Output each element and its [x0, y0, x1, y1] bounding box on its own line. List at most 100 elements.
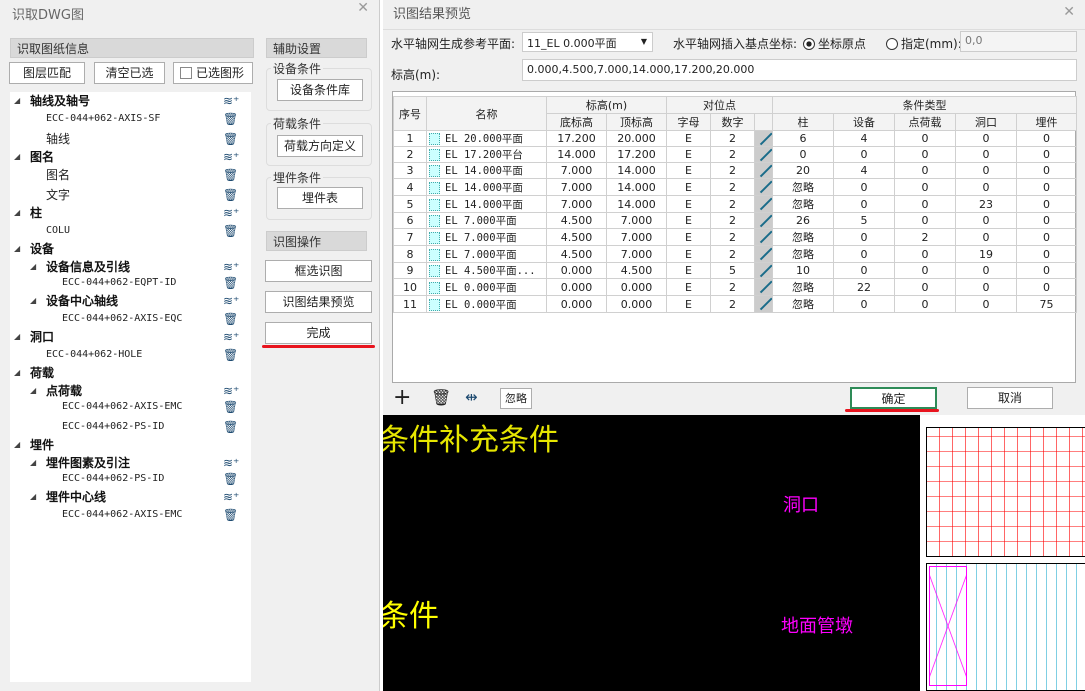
- cell-name[interactable]: EL 14.000平面: [426, 195, 547, 213]
- tree-item[interactable]: ◢ 埋件: [10, 436, 251, 454]
- equip-library-button[interactable]: 设备条件库: [277, 79, 363, 101]
- expand-arrow-icon[interactable]: ◢: [30, 292, 36, 310]
- layer-tree[interactable]: ◢ 轴线及轴号 ≋⁺ ECC-044+062-AXIS-SF 🗑 轴线 🗑 ◢ 图名 ≋⁺ 图名 🗑 文…: [10, 92, 251, 682]
- specify-coord-input[interactable]: 0,0: [960, 31, 1077, 52]
- trash-icon[interactable]: 🗑: [223, 186, 238, 204]
- pick-icon[interactable]: [429, 149, 440, 161]
- trash-icon[interactable]: 🗑: [223, 418, 238, 436]
- pick-line-icon[interactable]: [753, 228, 774, 246]
- trash-icon[interactable]: 🗑: [223, 506, 238, 524]
- cancel-button[interactable]: 取消: [967, 387, 1053, 409]
- trash-icon[interactable]: 🗑: [223, 310, 238, 328]
- embed-table-button[interactable]: 埋件表: [277, 187, 363, 209]
- radio-checked-icon[interactable]: [803, 38, 815, 50]
- close-icon[interactable]: ✕: [357, 0, 369, 16]
- table-row[interactable]: 4 EL 14.000平面 7.000 14.000 E 2 忽略 0 0 0 0: [393, 178, 1078, 196]
- tree-item[interactable]: ◢ 柱 ≋⁺: [10, 204, 251, 222]
- trash-icon[interactable]: 🗑: [223, 110, 238, 128]
- layers-add-icon[interactable]: ≋⁺: [223, 292, 239, 310]
- tree-item[interactable]: ECC-044+062-AXIS-SF 🗑: [10, 110, 251, 128]
- pick-icon[interactable]: [429, 248, 440, 261]
- ok-button[interactable]: 确定: [850, 387, 937, 409]
- radio-origin[interactable]: 坐标原点: [803, 35, 866, 52]
- expand-arrow-icon[interactable]: ◢: [14, 240, 20, 258]
- ref-plane-select[interactable]: 11_EL 0.000平面 ▼: [522, 32, 653, 52]
- layers-add-icon[interactable]: ≋⁺: [223, 92, 239, 110]
- trash-icon[interactable]: 🗑: [223, 274, 238, 292]
- trash-icon[interactable]: 🗑: [223, 398, 238, 416]
- box-select-button[interactable]: 框选识图: [265, 260, 372, 282]
- pick-line-icon[interactable]: [753, 195, 774, 213]
- tree-item[interactable]: 图名 🗑: [10, 166, 251, 184]
- cell-name[interactable]: EL 7.000平面: [426, 228, 547, 246]
- pick-icon[interactable]: [429, 181, 440, 194]
- tree-item[interactable]: ◢ 设备: [10, 240, 251, 258]
- tree-item[interactable]: ECC-044+062-EQPT-ID 🗑: [10, 274, 251, 292]
- table-row[interactable]: 10 EL 0.000平面 0.000 0.000 E 2 忽略 22 0 0 0: [393, 278, 1078, 296]
- tree-item[interactable]: ECC-044+062-HOLE 🗑: [10, 346, 251, 364]
- cad-canvas[interactable]: 条件补充条件 条件 洞口 地面管墩: [383, 415, 1085, 691]
- ignore-button[interactable]: 忽略: [500, 388, 532, 409]
- trash-icon[interactable]: 🗑: [223, 166, 238, 184]
- pick-icon[interactable]: [429, 165, 440, 177]
- cell-name[interactable]: EL 20.000平面: [426, 130, 547, 147]
- trash-icon[interactable]: 🗑: [223, 346, 238, 364]
- cell-name[interactable]: EL 0.000平面: [426, 295, 547, 313]
- pick-line-icon[interactable]: [753, 262, 774, 279]
- tree-item[interactable]: ◢ 设备中心轴线 ≋⁺: [10, 292, 251, 310]
- expand-arrow-icon[interactable]: ◢: [14, 204, 20, 222]
- table-row[interactable]: 7 EL 7.000平面 4.500 7.000 E 2 忽略 0 2 0 0: [393, 228, 1078, 246]
- cell-name[interactable]: EL 4.500平面...: [426, 262, 547, 279]
- pick-line-icon[interactable]: [753, 146, 774, 163]
- layers-add-icon[interactable]: ≋⁺: [223, 488, 239, 506]
- pick-icon[interactable]: [429, 215, 440, 227]
- expand-arrow-icon[interactable]: ◢: [14, 328, 20, 346]
- layers-add-icon[interactable]: ≋⁺: [223, 328, 239, 346]
- pick-line-icon[interactable]: [753, 212, 774, 229]
- radio-unchecked-icon[interactable]: [886, 38, 898, 50]
- table-row[interactable]: 8 EL 7.000平面 4.500 7.000 E 2 忽略 0 0 19 0: [393, 245, 1078, 263]
- pick-icon[interactable]: [429, 198, 440, 211]
- table-row[interactable]: 11 EL 0.000平面 0.000 0.000 E 2 忽略 0 0 0 75: [393, 295, 1078, 313]
- pick-line-icon[interactable]: [753, 178, 774, 196]
- table-row[interactable]: 5 EL 14.000平面 7.000 14.000 E 2 忽略 0 0 23 0: [393, 195, 1078, 213]
- trash-icon[interactable]: 🗑: [223, 130, 238, 148]
- pick-icon[interactable]: [429, 133, 440, 145]
- tree-item[interactable]: ECC-044+062-PS-ID 🗑: [10, 470, 251, 488]
- trash-icon[interactable]: 🗑: [223, 470, 238, 488]
- expand-arrow-icon[interactable]: ◢: [14, 148, 20, 166]
- expand-arrow-icon[interactable]: ◢: [14, 92, 20, 110]
- radio-specify[interactable]: 指定(mm):: [886, 35, 962, 52]
- trash-icon[interactable]: 🗑: [431, 388, 451, 407]
- load-direction-button[interactable]: 荷载方向定义: [277, 135, 363, 157]
- cell-name[interactable]: EL 0.000平面: [426, 278, 547, 296]
- tree-item[interactable]: COLU 🗑: [10, 222, 251, 240]
- elevation-input[interactable]: 0.000,4.500,7.000,14.000,17.200,20.000: [522, 59, 1077, 81]
- table-row[interactable]: 9 EL 4.500平面... 0.000 4.500 E 5 10 0 0 0 0: [393, 262, 1078, 279]
- tree-item[interactable]: ◢ 图名 ≋⁺: [10, 148, 251, 166]
- pick-line-icon[interactable]: [753, 162, 774, 179]
- selected-shapes-checkbox[interactable]: 已选图形: [173, 62, 253, 84]
- pick-line-icon[interactable]: [753, 278, 774, 296]
- table-row[interactable]: 2 EL 17.200平台 14.000 17.200 E 2 0 0 0 0 0: [393, 146, 1078, 163]
- preview-result-button[interactable]: 识图结果预览: [265, 291, 372, 313]
- cell-name[interactable]: EL 14.000平面: [426, 162, 547, 179]
- tree-item[interactable]: ECC-044+062-AXIS-EMC 🗑: [10, 398, 251, 416]
- layer-match-button[interactable]: 图层匹配: [9, 62, 85, 84]
- clear-selected-button[interactable]: 清空已选: [94, 62, 165, 84]
- pick-line-icon[interactable]: [753, 245, 774, 263]
- cell-name[interactable]: EL 14.000平面: [426, 178, 547, 196]
- cell-name[interactable]: EL 7.000平面: [426, 212, 547, 229]
- tree-item[interactable]: 文字 🗑: [10, 186, 251, 204]
- layers-add-icon[interactable]: ≋⁺: [223, 204, 239, 222]
- close-icon[interactable]: ✕: [1063, 4, 1075, 20]
- pick-icon[interactable]: [429, 231, 440, 244]
- tree-item[interactable]: ECC-044+062-AXIS-EMC 🗑: [10, 506, 251, 524]
- pick-icon[interactable]: [429, 281, 440, 294]
- cell-name[interactable]: EL 17.200平台: [426, 146, 547, 163]
- pick-icon[interactable]: [429, 298, 440, 311]
- table-row[interactable]: 3 EL 14.000平面 7.000 14.000 E 2 20 4 0 0 0: [393, 162, 1078, 179]
- pick-icon[interactable]: [429, 265, 440, 277]
- expand-arrow-icon[interactable]: ◢: [30, 488, 36, 506]
- split-icon[interactable]: ⇹: [465, 388, 478, 406]
